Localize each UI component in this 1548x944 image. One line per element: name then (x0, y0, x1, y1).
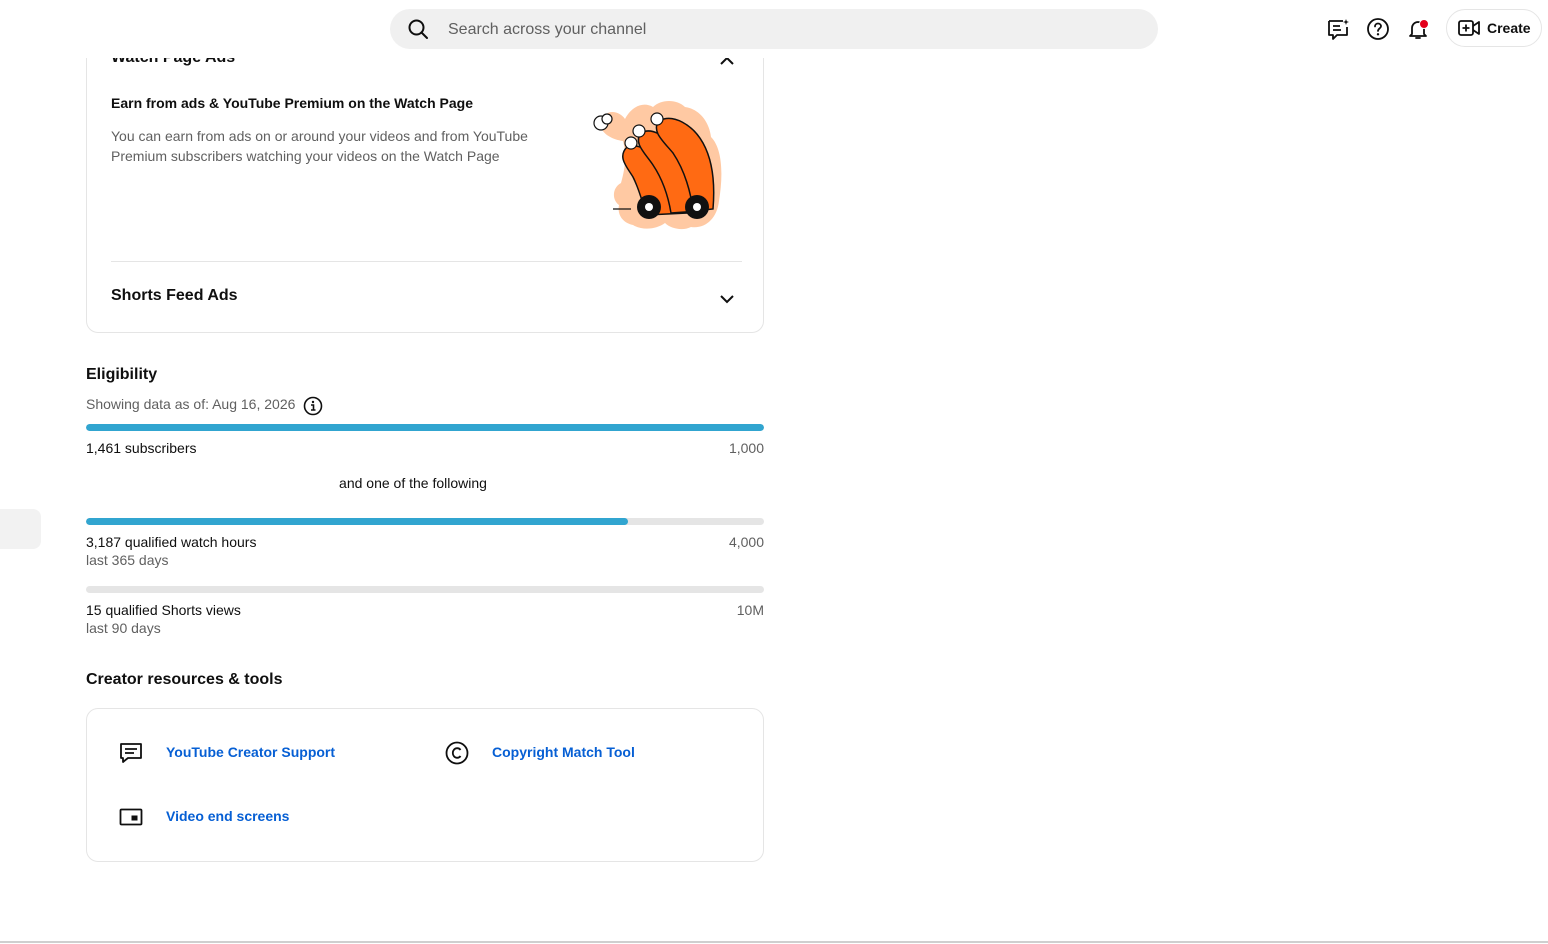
feedback-icon (1328, 19, 1349, 40)
shorts-views-target: 10M (736, 602, 764, 618)
search-icon[interactable] (406, 17, 430, 41)
ads-card: Watch Page Ads Earn from ads & YouTube P… (86, 20, 764, 333)
shorts-feed-ads-row[interactable]: Shorts Feed Ads (111, 283, 742, 311)
creator-resources-title: Creator resources & tools (86, 671, 283, 688)
help-button[interactable] (1358, 9, 1398, 49)
video-end-screens-link[interactable]: Video end screens (118, 801, 289, 833)
copyright-icon (445, 741, 469, 765)
info-icon[interactable] (302, 395, 324, 417)
copyright-match-link[interactable]: Copyright Match Tool (444, 737, 635, 769)
creator-support-label[interactable]: YouTube Creator Support (166, 744, 335, 760)
search-bar[interactable] (390, 9, 1158, 51)
creator-support-link[interactable]: YouTube Creator Support (118, 737, 335, 769)
create-button-label: Create (1487, 20, 1531, 36)
chat-icon (120, 743, 142, 763)
eligibility-title: Eligibility (86, 366, 158, 383)
copyright-match-label[interactable]: Copyright Match Tool (492, 744, 635, 760)
watch-hours-progress-bar (86, 518, 764, 525)
watch-page-description: You can earn from ads on or around your … (111, 128, 528, 164)
subscribers-count: 1,461 subscribers (86, 440, 197, 456)
top-bar: Create (0, 0, 1548, 58)
shorts-views-progress-bar (86, 586, 764, 593)
notifications-button[interactable] (1398, 9, 1438, 49)
sidebar-item-stub[interactable] (0, 509, 41, 549)
eligibility-date: Showing data as of: Aug 16, 2026 (86, 396, 296, 412)
eligibility-connector: and one of the following (339, 475, 487, 491)
watch-hours-progress-fill (86, 518, 629, 525)
notification-dot (1419, 19, 1429, 29)
subscribers-target: 1,000 (728, 440, 764, 456)
shorts-views-count: 15 qualified Shorts views (86, 602, 241, 618)
video-plus-icon (1458, 20, 1480, 36)
section-divider (111, 261, 742, 262)
watch-hours-count: 3,187 qualified watch hours (86, 534, 257, 550)
page: Watch Page Ads Earn from ads & YouTube P… (0, 0, 1548, 944)
end-screen-icon (119, 808, 143, 826)
subscribers-progress-bar (86, 424, 764, 431)
ads-cart-illustration (593, 101, 722, 230)
watch-hours-period: last 365 days (86, 552, 169, 568)
video-end-screens-label[interactable]: Video end screens (166, 808, 289, 824)
shorts-views-period: last 90 days (86, 620, 161, 636)
search-input[interactable] (446, 9, 1130, 51)
feedback-button[interactable] (1318, 9, 1358, 49)
bottom-divider (0, 941, 1548, 943)
shorts-feed-ads-title: Shorts Feed Ads (111, 287, 238, 304)
help-icon (1367, 18, 1389, 40)
watch-hours-target: 4,000 (728, 534, 764, 550)
creator-resources-card: YouTube Creator Support Copyright Match … (86, 708, 764, 862)
chevron-down-icon[interactable] (715, 287, 739, 311)
create-button[interactable]: Create (1446, 9, 1542, 47)
watch-page-heading: Earn from ads & YouTube Premium on the W… (111, 95, 473, 111)
subscribers-progress-fill (86, 424, 764, 431)
